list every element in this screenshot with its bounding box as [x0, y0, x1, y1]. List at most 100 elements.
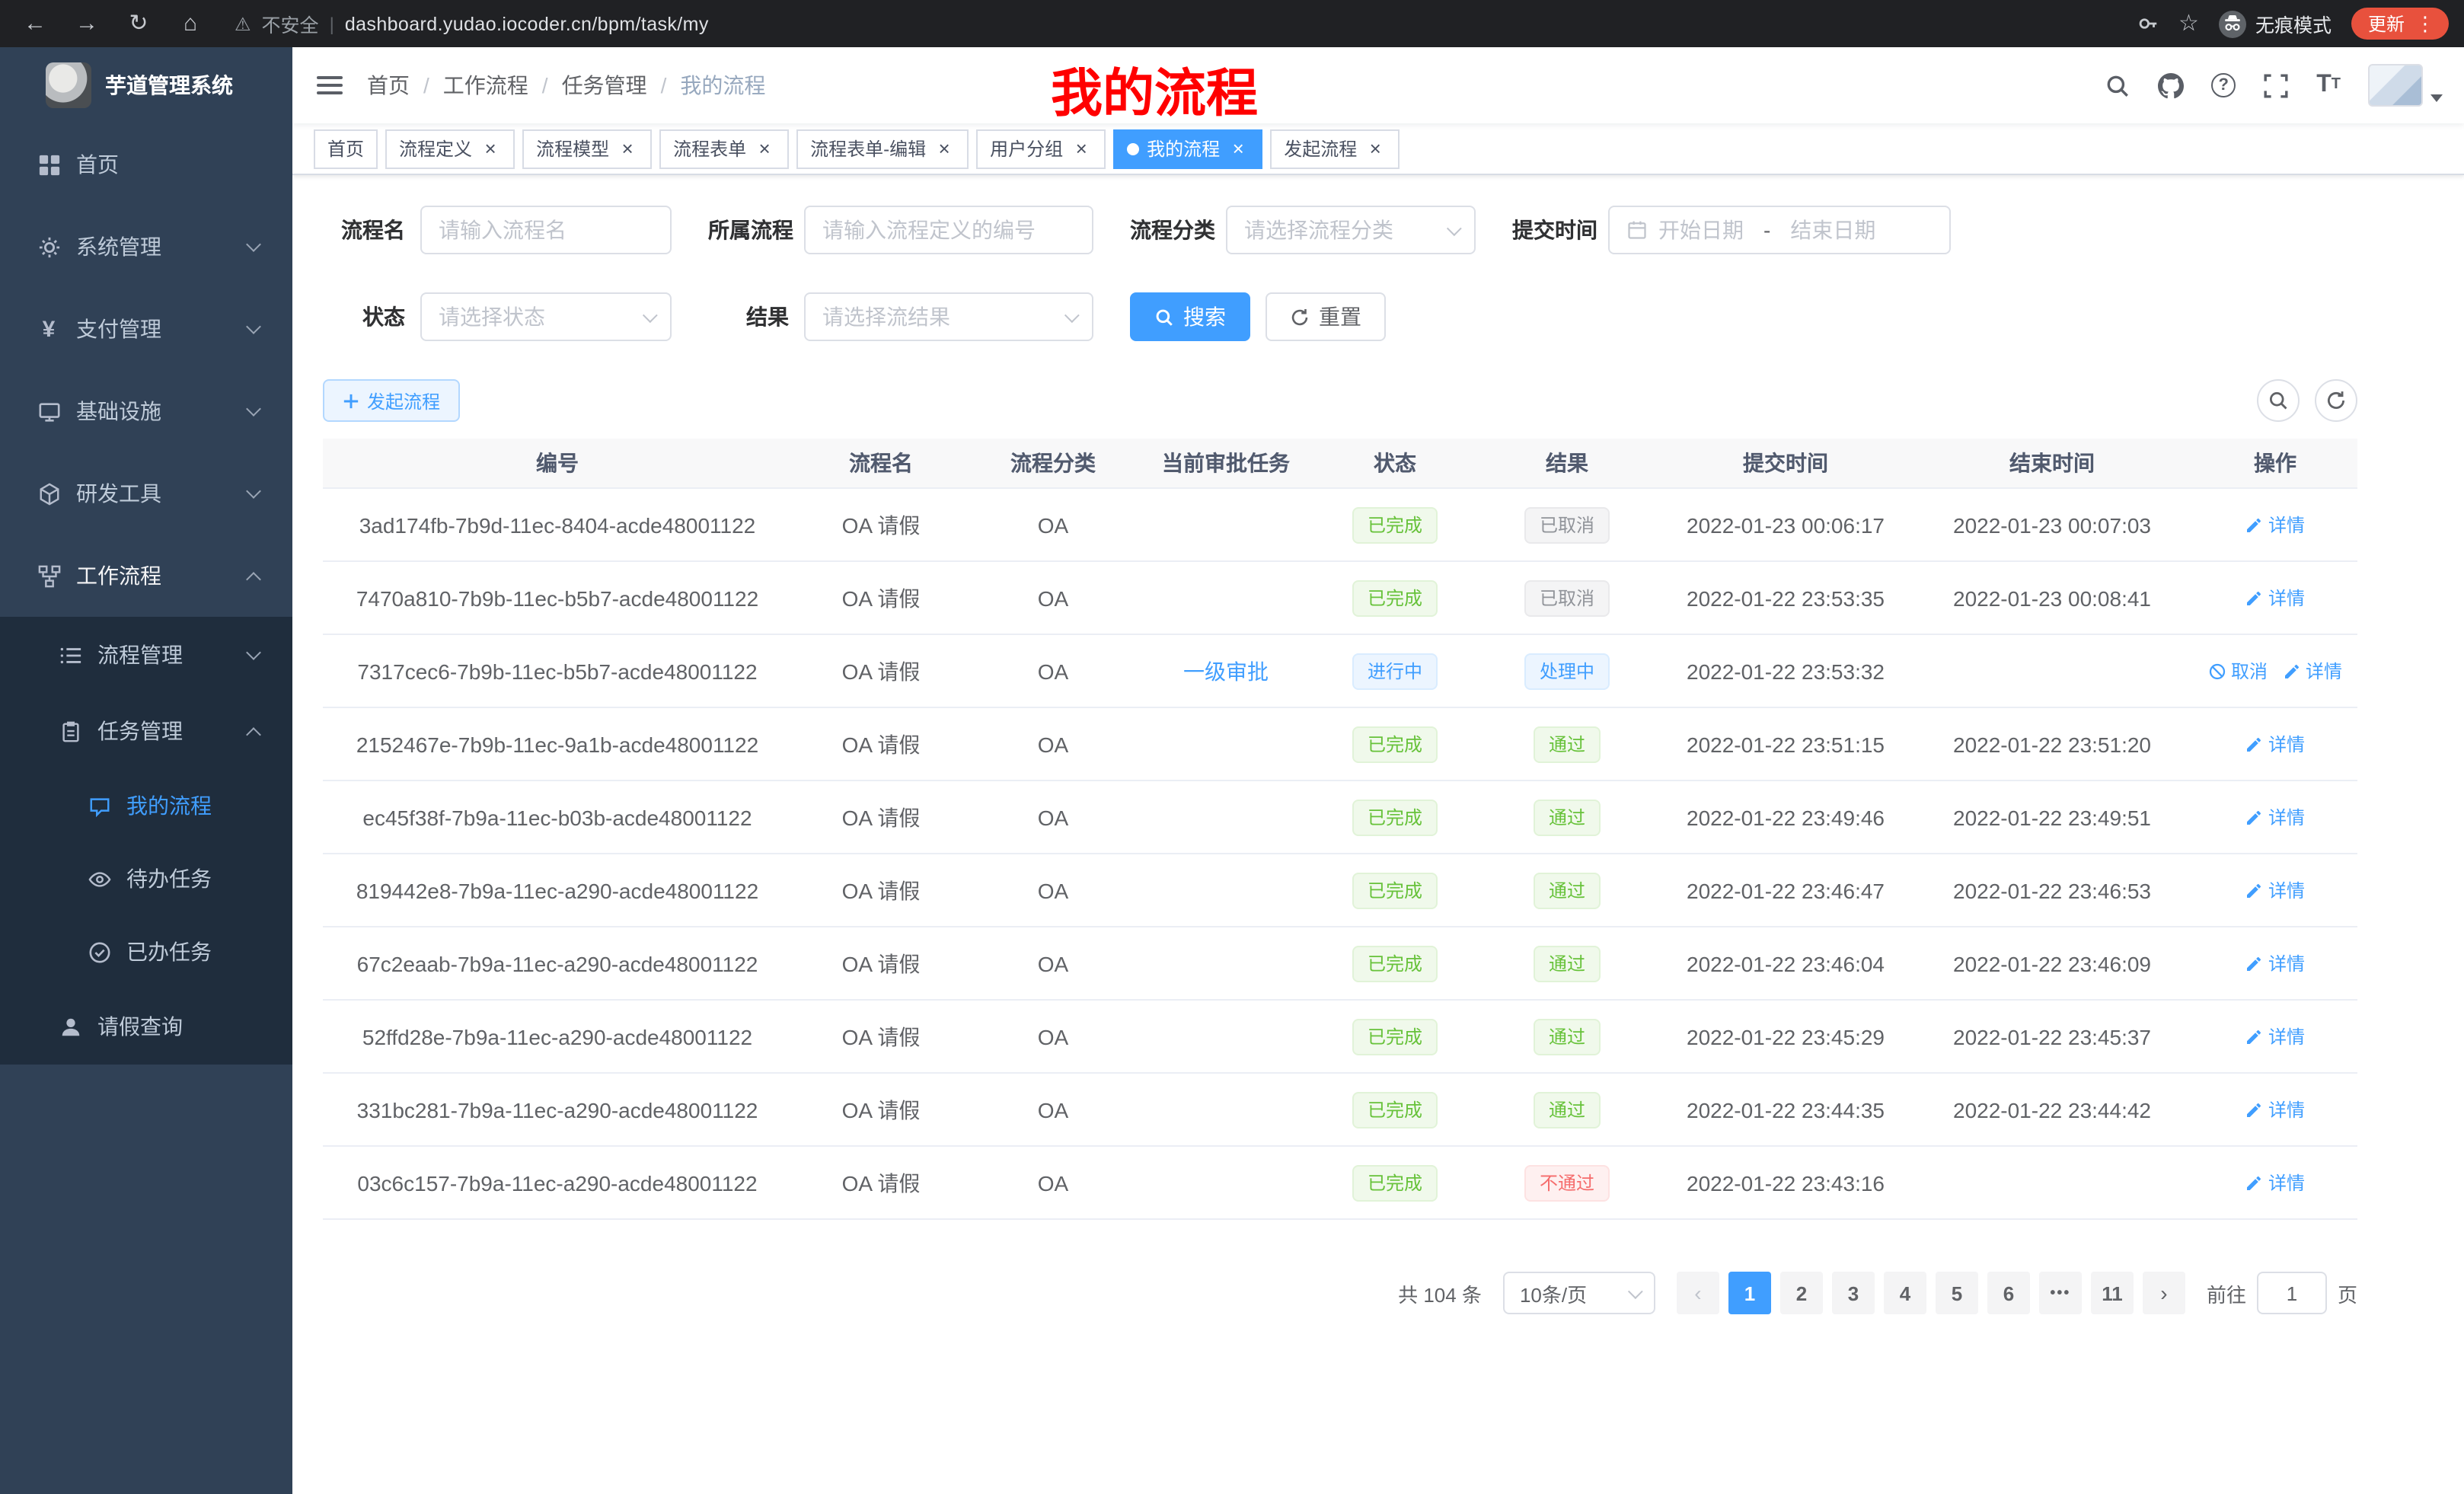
status-select[interactable]: 请选择状态 [420, 292, 672, 341]
tab-close-icon[interactable]: × [617, 138, 638, 159]
home-icon[interactable]: ⌂ [177, 12, 204, 35]
sidebar-item-workflow[interactable]: 工作流程 [0, 535, 292, 617]
key-icon[interactable] [2136, 12, 2159, 35]
page-button-2[interactable]: 2 [1780, 1272, 1823, 1314]
tab-close-icon[interactable]: × [480, 138, 501, 159]
action-detail[interactable]: 详情 [2245, 1170, 2305, 1196]
page-button-11[interactable]: 11 [2091, 1272, 2134, 1314]
url-text: dashboard.yudao.iocoder.cn/bpm/task/my [345, 13, 709, 34]
search-button[interactable]: 搜索 [1130, 292, 1250, 341]
sidebar-item-my-process[interactable]: 我的流程 [0, 769, 292, 842]
date-range-picker[interactable]: 开始日期 - 结束日期 [1608, 206, 1951, 254]
result-select[interactable]: 请选择流结果 [804, 292, 1093, 341]
action-detail[interactable]: 详情 [2283, 658, 2342, 684]
action-detail[interactable]: 详情 [2245, 804, 2305, 830]
refresh-table-button[interactable] [2315, 379, 2357, 422]
sidebar-item-infrastructure[interactable]: 基础设施 [0, 370, 292, 452]
page-button-1[interactable]: 1 [1728, 1272, 1771, 1314]
avatar[interactable] [2368, 64, 2423, 107]
search-icon[interactable] [2105, 72, 2130, 98]
tab-item-2[interactable]: 流程模型× [522, 129, 652, 168]
reset-button[interactable]: 重置 [1266, 292, 1386, 341]
process-name-input[interactable]: 请输入流程名 [420, 206, 672, 254]
tab-item-4[interactable]: 流程表单-编辑× [796, 129, 969, 168]
breadcrumb-item[interactable]: 工作流程 [443, 70, 528, 101]
chevron-down-icon [1628, 1283, 1643, 1298]
category-select[interactable]: 请选择流程分类 [1226, 206, 1476, 254]
edit-icon [2245, 1100, 2264, 1119]
github-icon[interactable] [2158, 72, 2184, 98]
cell-category: OA [970, 1097, 1136, 1122]
current-task-link[interactable]: 一级审批 [1183, 656, 1269, 686]
plus-icon [343, 392, 359, 409]
prev-page-button[interactable]: ‹ [1677, 1272, 1719, 1314]
tab-item-3[interactable]: 流程表单× [659, 129, 789, 168]
sidebar-item-done-tasks[interactable]: 已办任务 [0, 915, 292, 988]
page-button-5[interactable]: 5 [1936, 1272, 1978, 1314]
cell-end-time: 2022-01-22 23:49:51 [1911, 805, 2193, 829]
page-size-select[interactable]: 10条/页 [1503, 1272, 1655, 1314]
address-bar[interactable]: ⚠ 不安全 | dashboard.yudao.iocoder.cn/bpm/t… [235, 9, 709, 38]
action-detail[interactable]: 详情 [2245, 950, 2305, 976]
breadcrumb-item[interactable]: 任务管理 [562, 70, 647, 101]
column-header: 结果 [1474, 448, 1660, 478]
tab-close-icon[interactable]: × [1364, 138, 1386, 159]
action-detail[interactable]: 详情 [2245, 1097, 2305, 1122]
browser-menu-icon[interactable]: ⋮ [2415, 14, 2435, 34]
page-button-6[interactable]: 6 [1987, 1272, 2030, 1314]
tab-item-0[interactable]: 首页 [314, 129, 378, 168]
tab-close-icon[interactable]: × [1227, 138, 1249, 159]
back-icon[interactable]: ← [21, 12, 49, 35]
action-detail[interactable]: 详情 [2245, 1023, 2305, 1049]
toggle-search-button[interactable] [2257, 379, 2300, 422]
sidebar-item-system[interactable]: 系统管理 [0, 206, 292, 288]
pagination-more-button[interactable]: ••• [2039, 1272, 2082, 1314]
browser-chrome: ← → ↻ ⌂ ⚠ 不安全 | dashboard.yudao.iocoder.… [0, 0, 2464, 47]
result-tag: 通过 [1534, 1091, 1601, 1128]
forward-icon[interactable]: → [73, 12, 101, 35]
tab-item-1[interactable]: 流程定义× [385, 129, 515, 168]
column-header: 提交时间 [1660, 448, 1911, 478]
tab-close-icon[interactable]: × [1071, 138, 1092, 159]
sidebar-item-process-management[interactable]: 流程管理 [0, 617, 292, 693]
tab-close-icon[interactable]: × [934, 138, 955, 159]
fullscreen-icon[interactable] [2263, 72, 2289, 98]
sidebar-item-task-management[interactable]: 任务管理 [0, 693, 292, 769]
sidebar-item-payment[interactable]: ¥ 支付管理 [0, 288, 292, 370]
reload-icon[interactable]: ↻ [125, 12, 152, 35]
tab-item-5[interactable]: 用户分组× [976, 129, 1106, 168]
cell-status: 已完成 [1316, 726, 1474, 762]
action-detail[interactable]: 详情 [2245, 512, 2305, 538]
action-cancel[interactable]: 取消 [2208, 658, 2268, 684]
page-button-4[interactable]: 4 [1884, 1272, 1926, 1314]
result-tag: 通过 [1534, 726, 1601, 762]
sidebar-item-leave-query[interactable]: 请假查询 [0, 988, 292, 1065]
tab-item-7[interactable]: 发起流程× [1270, 129, 1400, 168]
next-page-button[interactable]: › [2143, 1272, 2185, 1314]
sidebar-item-home[interactable]: 首页 [0, 123, 292, 206]
sidebar-item-todo-tasks[interactable]: 待办任务 [0, 842, 292, 915]
filter-submit-time: 提交时间 开始日期 - 结束日期 [1512, 206, 1951, 254]
create-process-button[interactable]: 发起流程 [323, 379, 460, 422]
cell-end-time: 2022-01-22 23:46:53 [1911, 878, 2193, 902]
user-menu[interactable] [2368, 64, 2443, 107]
tab-item-6[interactable]: 我的流程× [1113, 129, 1262, 168]
action-detail[interactable]: 详情 [2245, 585, 2305, 611]
cell-process-name: OA 请假 [792, 509, 970, 540]
bookmark-star-icon[interactable]: ☆ [2178, 12, 2199, 35]
cell-status: 已完成 [1316, 506, 1474, 543]
eye-icon [87, 867, 111, 891]
action-detail[interactable]: 详情 [2245, 877, 2305, 903]
action-detail[interactable]: 详情 [2245, 731, 2305, 757]
incognito-badge: 无痕模式 [2219, 9, 2332, 38]
process-def-input[interactable]: 请输入流程定义的编号 [804, 206, 1093, 254]
tab-close-icon[interactable]: × [754, 138, 775, 159]
page-button-3[interactable]: 3 [1832, 1272, 1875, 1314]
update-button[interactable]: 更新 ⋮ [2351, 8, 2449, 40]
sidebar-item-devtools[interactable]: 研发工具 [0, 452, 292, 535]
hamburger-icon[interactable] [292, 72, 367, 99]
font-size-icon[interactable]: TT [2316, 73, 2341, 97]
help-icon[interactable]: ? [2211, 73, 2236, 97]
breadcrumb-item[interactable]: 首页 [367, 70, 410, 101]
goto-page-input[interactable]: 1 [2257, 1272, 2327, 1314]
